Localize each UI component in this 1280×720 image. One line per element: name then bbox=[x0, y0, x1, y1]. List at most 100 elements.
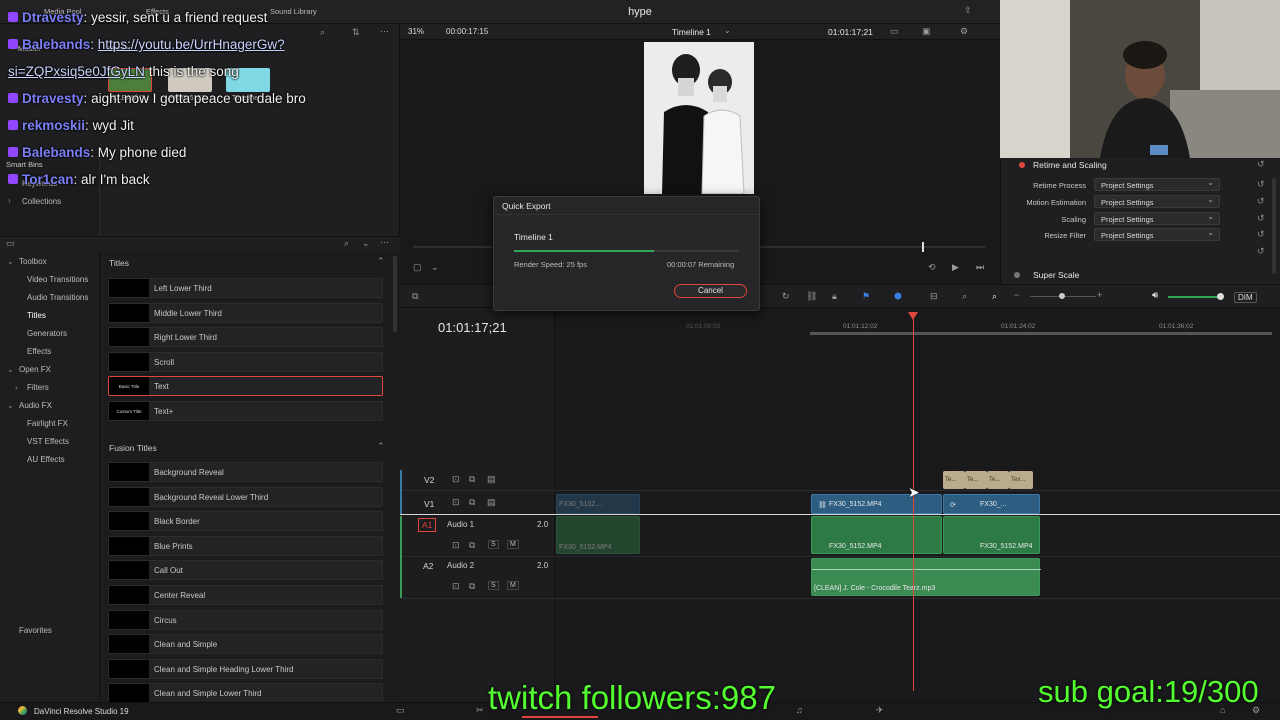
loop-icon[interactable]: ⟲ bbox=[928, 262, 936, 273]
titles_section-item[interactable]: Custom Title Text+ bbox=[108, 401, 383, 421]
v1-autoselect-icon[interactable]: ⧉ bbox=[469, 497, 475, 508]
zoom-full-icon[interactable]: ⊟ bbox=[930, 291, 938, 302]
timeline-ruler-bar[interactable] bbox=[810, 332, 1272, 335]
fusion_section-item[interactable]: Clean and Simple bbox=[108, 634, 383, 655]
a2-lock-icon[interactable]: ⊡ bbox=[452, 581, 460, 592]
viewer-mode-icon[interactable]: ▣ bbox=[922, 26, 931, 37]
inspector-scrollbar[interactable] bbox=[1272, 178, 1276, 274]
title-clip-2[interactable]: Te... bbox=[965, 471, 987, 489]
volume-slider[interactable] bbox=[1168, 296, 1218, 298]
a2-mute-button[interactable]: M bbox=[507, 581, 519, 590]
v2-visibility-icon[interactable]: ▤ bbox=[487, 474, 496, 485]
fusion_section-item[interactable]: Clean and Simple Lower Third bbox=[108, 683, 383, 704]
a2-solo-button[interactable]: S bbox=[488, 581, 499, 590]
fusion_section-item[interactable]: Circus bbox=[108, 609, 383, 630]
effects-tree-item[interactable]: Titles bbox=[27, 311, 46, 320]
zoom-custom-icon[interactable]: ⌕ bbox=[992, 291, 997, 302]
titles_section-item[interactable]: Basic Title Text bbox=[108, 376, 383, 397]
track-v2-id[interactable]: V2 bbox=[424, 475, 434, 485]
effects-tree-item[interactable]: Effects bbox=[27, 347, 51, 356]
speaker-icon[interactable]: 🔊︎ bbox=[1152, 290, 1158, 301]
a1-lock-icon[interactable]: ⊡ bbox=[452, 540, 460, 551]
ghost-video-clip[interactable]: FX30_5152.... bbox=[556, 494, 640, 514]
section-enabled-dot[interactable] bbox=[1019, 162, 1025, 168]
viewer-layout-icon[interactable]: ▭ bbox=[890, 26, 899, 37]
title-clip-4[interactable]: Tex... bbox=[1009, 471, 1033, 489]
chevron-right-icon[interactable]: › bbox=[8, 196, 11, 205]
zoom-out-icon[interactable]: − bbox=[1014, 290, 1019, 300]
titles_section-item[interactable]: Scroll bbox=[108, 351, 383, 372]
chat-link[interactable]: https://youtu.be/UrrHnagerGw? bbox=[98, 37, 285, 52]
flag-icon[interactable]: ⚑ bbox=[862, 291, 870, 302]
video-clip-fx30-b[interactable]: ⟳ FX30_... bbox=[943, 494, 1040, 514]
timeline-dropdown-icon[interactable]: ⌄ bbox=[724, 26, 731, 35]
linked-selection-icon[interactable]: ⛓ bbox=[806, 291, 817, 302]
crop-icon[interactable]: ▢ bbox=[413, 262, 422, 273]
step-forward-icon[interactable]: ▶ bbox=[952, 262, 959, 273]
reset-scaling-icon[interactable]: ↺ bbox=[1257, 213, 1265, 224]
track-a2-id[interactable]: A2 bbox=[423, 561, 433, 571]
chat-username[interactable]: Dtravesty bbox=[22, 10, 84, 25]
effects-tree-item[interactable]: Fairlight FX bbox=[27, 419, 68, 428]
track-a2-name[interactable]: Audio 2 bbox=[447, 561, 474, 570]
chat-username[interactable]: Tor1can bbox=[22, 172, 74, 187]
track-v1-id[interactable]: V1 bbox=[424, 499, 434, 509]
viewer-scrubber-handle[interactable] bbox=[922, 242, 924, 252]
page-fairlight-icon[interactable]: ♫ bbox=[796, 705, 803, 715]
timeline-view-options-icon[interactable]: ⧉ bbox=[412, 291, 418, 302]
collapse-fusion-icon[interactable]: ⌃ bbox=[377, 441, 385, 452]
fusion_section-item[interactable]: Blue Prints bbox=[108, 535, 383, 556]
titles_section-item[interactable]: Middle Lower Third bbox=[108, 302, 383, 323]
titles_section-item[interactable]: Right Lower Third bbox=[108, 327, 383, 348]
effects-tree-item[interactable]: VST Effects bbox=[27, 437, 69, 446]
chat-username[interactable]: Balebands bbox=[22, 145, 90, 160]
v1-visibility-icon[interactable]: ▤ bbox=[487, 497, 496, 508]
fusion_section-item[interactable]: Background Reveal bbox=[108, 462, 383, 482]
fusion_section-item[interactable]: Call Out bbox=[108, 560, 383, 581]
chat-username[interactable]: Dtravesty bbox=[22, 91, 84, 106]
viewer-timeline-name[interactable]: Timeline 1 bbox=[672, 27, 711, 37]
cancel-export-button[interactable]: Cancel bbox=[674, 284, 747, 298]
effects-tree-item[interactable]: Open FX bbox=[19, 365, 51, 374]
a1-mute-button[interactable]: M bbox=[507, 540, 519, 549]
v2-autoselect-icon[interactable]: ⧉ bbox=[469, 474, 475, 485]
effects-tree-item[interactable]: Video Transitions bbox=[27, 275, 88, 284]
v2-lock-icon[interactable]: ⊡ bbox=[452, 474, 460, 485]
a1-solo-button[interactable]: S bbox=[488, 540, 499, 549]
retime-section-title[interactable]: Retime and Scaling bbox=[1033, 160, 1107, 170]
effects-search-icon[interactable]: ⌕ bbox=[344, 238, 349, 249]
crop-dropdown-icon[interactable]: ⌄ bbox=[431, 262, 439, 273]
track-a1-id[interactable]: A1 bbox=[418, 518, 437, 532]
go-to-end-icon[interactable]: ⏭ bbox=[976, 262, 984, 273]
page-cut-icon[interactable]: ✂ bbox=[476, 705, 484, 716]
effects-tree-item[interactable]: Toolbox bbox=[19, 257, 47, 266]
a2-autoselect-icon[interactable]: ⧉ bbox=[469, 581, 475, 592]
title-clip-1[interactable]: Te... bbox=[943, 471, 965, 489]
dim-button[interactable]: DIM bbox=[1234, 292, 1257, 303]
effects-tree-item[interactable]: Audio Transitions bbox=[27, 293, 88, 302]
effects-scrollbar[interactable] bbox=[393, 256, 397, 332]
chat-username[interactable]: rekmoskii bbox=[22, 118, 85, 133]
upload-icon[interactable]: ⇪ bbox=[964, 5, 972, 16]
page-deliver-icon[interactable]: ✈ bbox=[876, 705, 884, 716]
reset-resize-icon[interactable]: ↺ bbox=[1257, 229, 1265, 240]
position-lock-icon[interactable]: 🔒︎ bbox=[832, 291, 837, 302]
tree-expander-icon[interactable]: ⌄ bbox=[7, 257, 14, 266]
motion-estimation-select[interactable]: Project Settings bbox=[1094, 195, 1220, 208]
effects-more-icon[interactable]: ⋯ bbox=[380, 237, 389, 248]
audio-clip-fx30-a[interactable]: FX30_5152.MP4 bbox=[811, 516, 942, 554]
zoom-in-icon[interactable]: + bbox=[1097, 290, 1102, 300]
super-scale-title[interactable]: Super Scale bbox=[1033, 270, 1079, 280]
fusion_section-item[interactable]: Clean and Simple Heading Lower Third bbox=[108, 658, 383, 679]
effects-tree-item[interactable]: Audio FX bbox=[19, 401, 52, 410]
bin-collections[interactable]: Collections bbox=[22, 197, 61, 206]
chat-link[interactable]: si=ZQPxsiq5e0JfGyLN bbox=[8, 64, 145, 79]
scaling-select[interactable]: Project Settings bbox=[1094, 212, 1220, 225]
reset-motion-icon[interactable]: ↺ bbox=[1257, 196, 1265, 207]
music-clip[interactable]: [CLEAN] J. Cole - Crocodile Tearz.mp3 bbox=[811, 558, 1041, 596]
titles_section-item[interactable]: Left Lower Third bbox=[108, 278, 383, 298]
fusion_section-item[interactable]: Black Border bbox=[108, 511, 383, 532]
panel-toggle-icon[interactable]: ▭ bbox=[6, 238, 15, 249]
reset-retime-icon[interactable]: ↺ bbox=[1257, 179, 1265, 190]
marker-icon[interactable]: ⬢ bbox=[894, 291, 902, 302]
